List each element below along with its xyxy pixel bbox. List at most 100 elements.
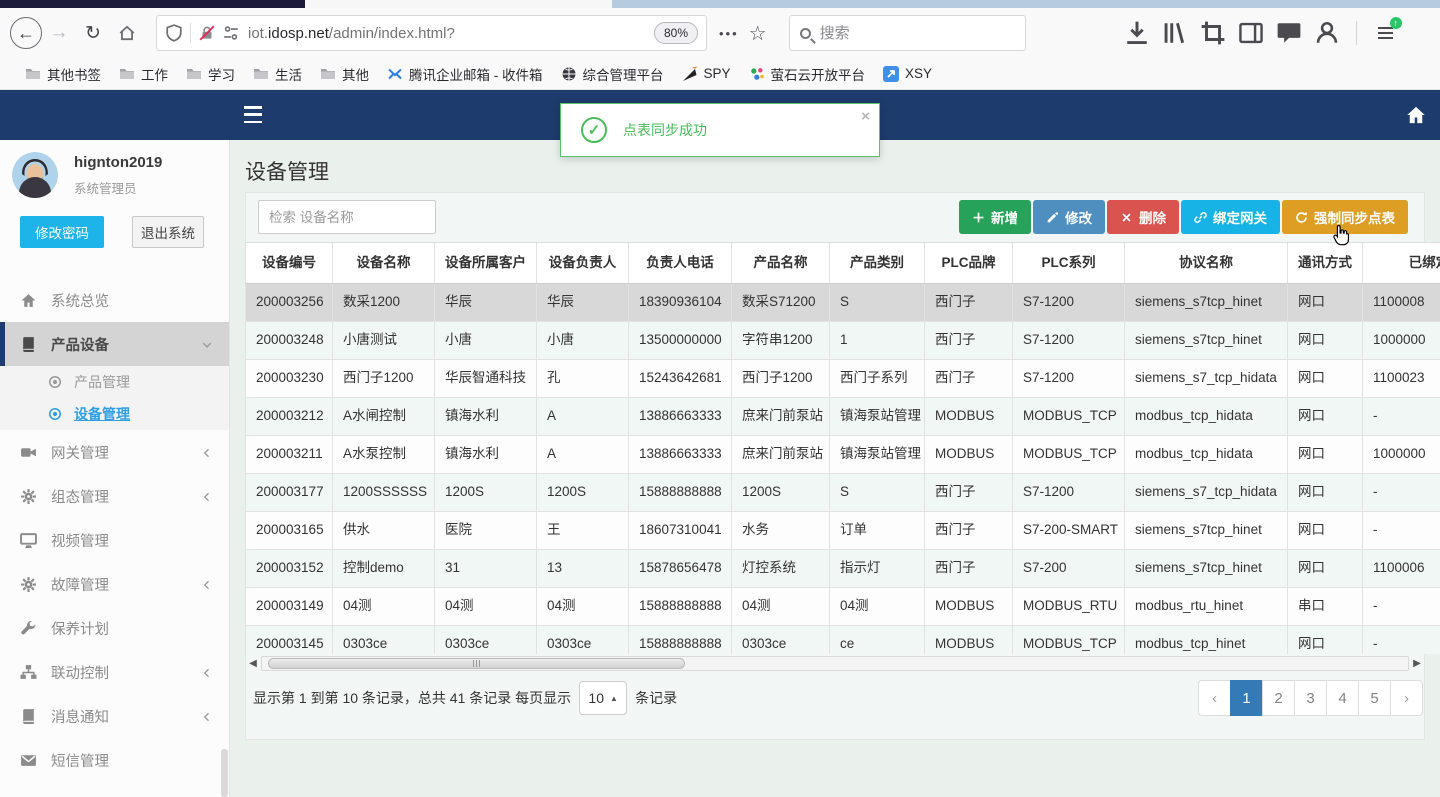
action-button-新增[interactable]: 新增	[959, 200, 1031, 234]
zoom-level-badge[interactable]: 80%	[653, 22, 698, 44]
browser-search-box[interactable]	[788, 15, 1026, 51]
page-size-select[interactable]: 10 ▲	[579, 681, 628, 715]
gear-icon	[20, 576, 37, 593]
sidebar-item[interactable]: 上报管理	[0, 782, 229, 797]
sidebar-item[interactable]: 视频管理	[0, 518, 229, 562]
table-cell: 1200S	[435, 474, 537, 511]
table-cell: 1200S	[732, 474, 830, 511]
hscroll-track[interactable]	[261, 656, 1409, 671]
library-icon[interactable]	[1162, 20, 1188, 46]
reload-button[interactable]: ↻	[76, 16, 110, 50]
pagination-page-2[interactable]: 2	[1262, 680, 1295, 716]
table-cell: MODBUS_TCP	[1013, 626, 1125, 654]
home-button[interactable]	[110, 16, 144, 50]
table-row[interactable]: 200003145 0303ce 0303ce 0303ce 15888888888 03…	[245, 626, 1440, 654]
bookmark-item[interactable]: 其他书签	[16, 62, 110, 86]
sidebar-item[interactable]: 故障管理	[0, 562, 229, 606]
table-row[interactable]: 200003149 04测 04测 04测 15888888888 04测 04测 MODBU…	[245, 588, 1440, 626]
bookmark-item[interactable]: SPY	[673, 62, 740, 86]
pagination-page-3[interactable]: 3	[1294, 680, 1327, 716]
table-row[interactable]: 200003165 供水 医院王 18607310041 水务 订单 西门子 S7-200-S…	[245, 512, 1440, 550]
action-button-修改[interactable]: 修改	[1033, 200, 1105, 234]
table-cell: 孔	[537, 360, 629, 397]
bookmark-item[interactable]: 学习	[177, 62, 244, 86]
bookmark-item[interactable]: 生活	[244, 62, 311, 86]
sidebar-item[interactable]: 短信管理	[0, 738, 229, 782]
pagination-prev[interactable]: ‹	[1198, 680, 1231, 716]
table-cell: 15888888888	[629, 588, 732, 625]
sidebar-item[interactable]: 系统总览	[0, 278, 229, 322]
sidebar-item[interactable]: 联动控制	[0, 650, 229, 694]
bookmark-item[interactable]: 腾讯企业邮箱 - 收件箱	[378, 62, 552, 86]
forward-button[interactable]: →	[42, 16, 76, 50]
sidebar-scrollbar-thumb[interactable]	[221, 749, 228, 797]
table-cell: S7-1200	[1013, 322, 1125, 359]
downloads-icon[interactable]	[1124, 20, 1150, 46]
sidebar-item[interactable]: 网关管理	[0, 430, 229, 474]
bookmark-star-icon[interactable]: ☆	[749, 21, 767, 46]
sidebar-item[interactable]: 产品管理	[0, 366, 229, 398]
table-cell: 华辰	[435, 284, 537, 321]
chevron-left-icon	[201, 490, 213, 502]
permissions-icon[interactable]	[222, 24, 240, 42]
url-text: iot.idosp.net/admin/index.html?	[248, 24, 455, 42]
update-badge-icon: ↑	[1389, 17, 1402, 29]
sidebar-item[interactable]: 组态管理	[0, 474, 229, 518]
chevron-down-icon	[201, 338, 213, 350]
table-cell: 网口	[1288, 360, 1363, 397]
table-cell: A	[537, 398, 629, 435]
page-actions-icon[interactable]: •••	[719, 26, 739, 41]
app-home-icon[interactable]	[1406, 105, 1426, 125]
active-tab-segment[interactable]	[305, 0, 612, 8]
hscroll-thumb[interactable]	[268, 658, 685, 669]
sidebar-toggle-icon[interactable]	[244, 106, 262, 123]
logout-button[interactable]: 退出系统	[132, 216, 204, 248]
gear-icon	[20, 488, 37, 505]
action-button-绑定网关[interactable]: 绑定网关	[1181, 200, 1280, 234]
sidebar-item[interactable]: 产品设备	[0, 322, 229, 366]
user-role: 系统管理员	[74, 182, 137, 196]
table-cell: 西门子	[925, 512, 1013, 549]
avatar[interactable]	[12, 152, 58, 198]
bookmarks-bar: 其他书签 工作 学习 生活 其他 腾讯企业邮箱 - 收件箱 综合管理平台 SPY 萤石云开放平台…	[0, 58, 1440, 90]
table-cell: -	[1363, 626, 1440, 654]
url-bar[interactable]: iot.idosp.net/admin/index.html? 80%	[156, 15, 707, 51]
back-button[interactable]: ←	[10, 17, 42, 49]
browser-search-input[interactable]	[819, 24, 990, 42]
sidebar-item[interactable]: 设备管理	[0, 398, 229, 430]
bookmark-item[interactable]: 工作	[110, 62, 177, 86]
sidebar-item[interactable]: 消息通知	[0, 694, 229, 738]
pagination-page-4[interactable]: 4	[1326, 680, 1359, 716]
table-row[interactable]: 200003248 小唐测试 小唐 小唐 13500000000 字符串1200 1 西门子 S…	[245, 322, 1440, 360]
bookmark-item[interactable]: 综合管理平台	[552, 62, 673, 86]
bookmark-item[interactable]: 其他	[311, 62, 378, 86]
circle-dot-icon	[48, 375, 62, 389]
table-row[interactable]: 200003212 A水闸控制 镇海水利 A 13886663333 庶来门前泵站 镇海泵站…	[245, 398, 1440, 436]
sidebar-item[interactable]: 保养计划	[0, 606, 229, 650]
table-row[interactable]: 200003256 数采1200 华辰 华辰 18390936104 数采S71200 S 西…	[245, 284, 1440, 322]
menu-hamburger-icon[interactable]: ↑	[1373, 17, 1402, 46]
table-row[interactable]: 200003211 A水泵控制 镇海水利 A 13886663333 庶来门前泵站 镇海泵站…	[245, 436, 1440, 474]
device-search-input[interactable]	[258, 200, 436, 234]
pagination-next[interactable]: ›	[1390, 680, 1423, 716]
table-row[interactable]: 200003230 西门子1200 华辰智通科技孔 15243642681 西门子120…	[245, 360, 1440, 398]
account-icon[interactable]	[1314, 20, 1340, 46]
hscroll-left-arrow[interactable]: ◀	[245, 656, 261, 672]
hscroll-right-arrow[interactable]: ▶	[1409, 656, 1425, 672]
action-button-删除[interactable]: 删除	[1107, 200, 1179, 234]
bookmark-item[interactable]: 萤石云开放平台	[740, 62, 875, 86]
bookmark-item[interactable]: XSY	[874, 62, 941, 86]
action-button-强制同步点表[interactable]: 强制同步点表	[1282, 200, 1408, 234]
shield-icon[interactable]	[165, 24, 183, 42]
sidebars-icon[interactable]	[1238, 20, 1264, 46]
change-password-button[interactable]: 修改密码	[20, 216, 104, 248]
screenshot-icon[interactable]	[1200, 20, 1226, 46]
pagination-page-1[interactable]: 1	[1230, 680, 1263, 716]
pagination-page-5[interactable]: 5	[1358, 680, 1391, 716]
pocket-bubble-icon[interactable]	[1276, 20, 1302, 46]
table-row[interactable]: 200003177 1200SSSSSS 1200S 1200S 15888888888…	[245, 474, 1440, 512]
table-cell: 13	[537, 550, 629, 587]
table-row[interactable]: 200003152 控制demo 31 13 15878656478 灯控系统 指示灯 西门子…	[245, 550, 1440, 588]
insecure-lock-icon[interactable]	[198, 24, 216, 42]
toast-close-icon[interactable]: ×	[861, 108, 870, 125]
